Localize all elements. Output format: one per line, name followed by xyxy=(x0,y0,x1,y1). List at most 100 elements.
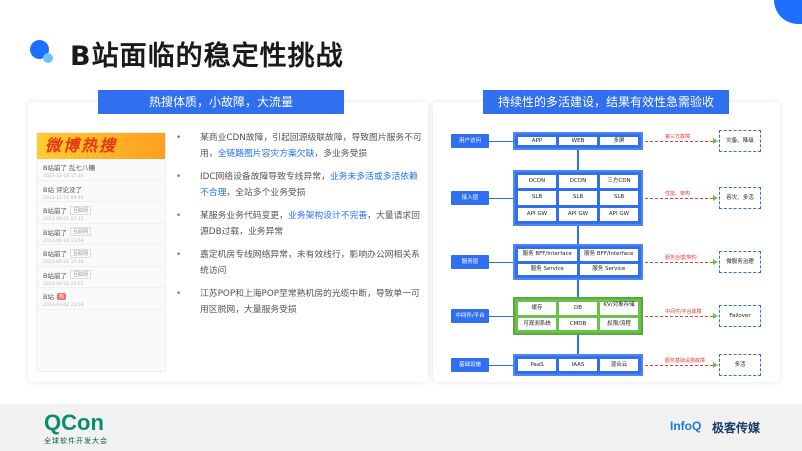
hot-search-text: B站崩了 xyxy=(43,228,67,237)
component-cell: 服务 Service xyxy=(518,263,577,275)
component-cell: DCDN xyxy=(518,175,556,189)
arrow-head-icon xyxy=(713,259,718,265)
hot-search-text: B站崩了 乱七八糟 xyxy=(43,164,96,172)
page-title: B站面临的稳定性挑战 xyxy=(70,41,344,72)
label-connector xyxy=(489,316,513,317)
risk-annotation: 服务治理/架构 xyxy=(665,255,697,261)
risk-arrow-line xyxy=(645,141,713,142)
footer: QCon 全球软件开发大会 InfoQ 极客传媒 xyxy=(0,404,802,451)
component-cell: 服务 BFF/Interface xyxy=(579,249,638,261)
component-cell: 可观测系统 xyxy=(518,317,556,330)
hot-search-item: B站崩了 互联网 2023-06-24 13:59 xyxy=(37,224,165,245)
arrow-head-icon xyxy=(713,138,718,144)
arrow-head-icon xyxy=(713,195,718,201)
hot-search-time: 2023-04-21 22:52 xyxy=(43,281,84,287)
risk-annotation: 性能、架构 xyxy=(665,191,691,197)
hot-search-list: B站崩了 乱七八糟 2023-12-18 17:24 B站 评论没了 2023-12-… xyxy=(37,159,165,310)
architecture-diagram: 持续性的多活建设，结果有效性急需验收 用户访问 APP WEB 多屏 第三方故障 灾备、降… xyxy=(433,90,780,382)
incident-highlight: 业务架构设计不完善 xyxy=(287,211,368,221)
risk-arrow-line xyxy=(645,316,713,317)
hot-search-title: B站崩了 互联网 xyxy=(43,248,159,258)
hot-search-tag: 互联网 xyxy=(69,270,91,279)
geek-media-logo: 极客传媒 xyxy=(712,421,761,435)
hot-search-item: B站崩了 互联网 2023-04-21 22:52 xyxy=(37,267,165,288)
hot-search-title: B站崩了 互联网 xyxy=(43,270,159,280)
component-cell: APP xyxy=(518,137,556,145)
component-cell: CMDB xyxy=(559,317,597,330)
risk-annotation: 服务基础设施故障 xyxy=(665,358,706,364)
component-cell: DB xyxy=(559,302,597,315)
hot-search-time: 2023-06-24 13:59 xyxy=(43,238,84,244)
layer-box: 服务 BFF/Interface 服务 BFF/Interface 服务 Servi… xyxy=(513,244,643,280)
component-cell: 权限/流程 xyxy=(600,317,638,330)
incident-item: 嘉定机房专线网络异常，未有效线行，影响办公网相关系统访问 xyxy=(174,247,424,279)
component-cell: 服务 Service xyxy=(579,263,638,275)
label-connector xyxy=(489,365,513,366)
hot-search-tag: 互联网 xyxy=(69,227,91,236)
title-bullet-icon xyxy=(30,40,56,66)
component-cell: API GW xyxy=(600,207,638,221)
left-panel: 热搜体质，小故障，大流量 微博热搜 B站崩了 乱七八糟 2023-12-18 17… xyxy=(28,90,428,382)
layer-label: 接入层 xyxy=(451,191,489,205)
infoq-logo: InfoQ xyxy=(670,419,702,433)
hot-search-title: B站崩了 乱七八糟 xyxy=(43,162,159,172)
hot-search-banner: 微博热搜 xyxy=(37,133,165,159)
hot-search-title: B站热 xyxy=(43,291,159,301)
incident-list: 某商业CDN故障，引起回源级联故障，导致图片服务不可用，全链路图片容灾方案欠缺，… xyxy=(174,130,424,325)
hot-search-title: B站 评论没了 xyxy=(43,184,159,194)
component-cell: SLB xyxy=(600,191,638,205)
corner-decoration xyxy=(774,0,802,24)
incident-item: 江苏POP和上海POP至常熟机房的光缆中断，导致单一可用区脱网，大量服务受损 xyxy=(174,286,424,318)
incident-item: IDC网络设备故障导致专线异常，业务未多活或多活依赖不合理，全站多个业务受损 xyxy=(174,169,424,201)
hot-search-text: B站崩了 xyxy=(43,250,67,258)
qcon-subtitle: 全球软件开发大会 xyxy=(44,437,108,445)
layer-label: 服务层 xyxy=(451,255,489,269)
component-cell: 缓存 xyxy=(518,302,556,315)
label-connector xyxy=(489,198,513,199)
hot-search-text: B站崩了 xyxy=(43,207,67,215)
component-cell: 多屏 xyxy=(600,137,638,145)
risk-annotation: 第三方故障 xyxy=(665,134,691,140)
label-connector xyxy=(489,141,513,142)
hot-search-time: 2023-05-26 15:48 xyxy=(43,260,84,265)
layer-box: DCDN DCDN 三方CDN SLB SLB SLB API GW API GW API GW xyxy=(513,170,643,226)
component-cell: 服务 BFF/Interface xyxy=(518,249,577,261)
mitigation-box: 多活 xyxy=(719,354,761,376)
hot-search-time: 2023-03-02 23:59 xyxy=(43,303,84,308)
component-cell: IAAS xyxy=(559,359,597,371)
hot-search-item: B站崩了 乱七八糟 2023-12-18 17:24 xyxy=(37,159,165,181)
layer-label: 用户访问 xyxy=(451,134,489,148)
mitigation-box: 微服务治理 xyxy=(719,251,761,273)
hot-search-item: B站崩了 互联网 2023-05-26 15:48 xyxy=(37,245,165,267)
hot-search-item: B站崩了 互联网 2023-08-05 07:22 xyxy=(37,202,165,224)
incident-item: 某服务业务代码变更，业务架构设计不完善，大量请求回源DB过载，业务异常 xyxy=(174,208,424,240)
layer-box: 缓存 DB KV/对象存储可观测系统 CMDB 权限/流程 xyxy=(513,297,643,335)
mitigation-box: 灾备、降级 xyxy=(719,130,761,152)
hot-search-text: B站崩了 xyxy=(43,271,67,280)
arrow-head-icon xyxy=(713,362,718,368)
label-connector xyxy=(489,262,513,263)
hot-search-text: B站 评论没了 xyxy=(43,185,83,194)
component-cell: SLB xyxy=(559,191,597,205)
hot-search-tag: 互联网 xyxy=(69,205,91,215)
layer-box: APP WEB 多屏 xyxy=(513,132,643,150)
hot-search-time: 2023-12-18 17:24 xyxy=(43,174,84,179)
component-cell: 三方CDN xyxy=(600,175,638,189)
hot-search-title: B站崩了 互联网 xyxy=(43,227,159,237)
arrow-head-icon xyxy=(713,313,718,319)
layer-label: 基础设施 xyxy=(451,358,489,372)
component-cell: WEB xyxy=(559,137,597,145)
mitigation-box: Failover xyxy=(719,305,761,327)
hot-search-time: 2023-12-16 09:44 xyxy=(43,195,84,201)
hot-search-time: 2023-08-05 07:22 xyxy=(43,217,84,222)
hot-search-item: B站热 2023-03-02 23:59 xyxy=(37,288,165,310)
right-panel-header: 持续性的多活建设，结果有效性急需验收 xyxy=(483,90,729,114)
risk-arrow-line xyxy=(645,262,713,263)
component-cell: PaaS xyxy=(518,359,556,371)
qcon-logo: QCon xyxy=(44,410,104,435)
component-cell: KV/对象存储 xyxy=(600,302,638,315)
hot-search-tag: 热 xyxy=(56,292,66,300)
left-panel-header: 热搜体质，小故障，大流量 xyxy=(98,90,344,114)
component-cell: DCDN xyxy=(559,175,597,189)
component-cell: API GW xyxy=(559,207,597,221)
